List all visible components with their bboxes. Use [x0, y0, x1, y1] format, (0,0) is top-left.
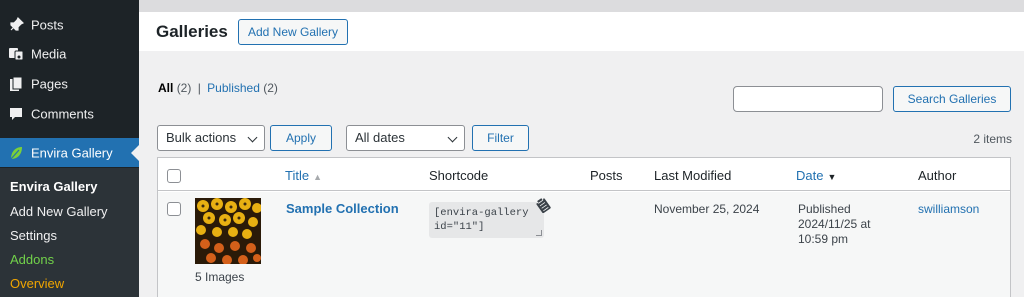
- sidebar-item-media[interactable]: Media: [0, 39, 139, 68]
- media-icon: [8, 46, 24, 62]
- sidebar-item-label: Media: [31, 46, 67, 61]
- items-count: 2 items: [973, 132, 1012, 146]
- dates-filter-select[interactable]: All dates: [346, 125, 465, 151]
- search-galleries-button[interactable]: Search Galleries: [893, 86, 1011, 112]
- date-line: 2024/11/25 at: [798, 217, 871, 231]
- sort-desc-icon: ▼: [827, 171, 837, 182]
- admin-sidebar: Posts Media Pages Comments Envira Galler…: [0, 0, 139, 297]
- current-menu-arrow: [131, 144, 139, 161]
- pin-icon: [8, 16, 24, 33]
- bulk-actions-select[interactable]: Bulk actions: [157, 125, 265, 151]
- chevron-down-icon: [447, 132, 458, 143]
- chevron-down-icon: [247, 132, 258, 143]
- gallery-thumbnail[interactable]: [195, 198, 261, 264]
- submenu-item-addons[interactable]: Addons: [10, 252, 54, 267]
- submenu-item-overview[interactable]: Overview: [10, 276, 64, 291]
- sidebar-item-label: Comments: [31, 106, 94, 121]
- date-status: Published: [798, 202, 851, 216]
- column-date[interactable]: Date ▼: [796, 168, 836, 183]
- add-new-gallery-button[interactable]: Add New Gallery: [238, 19, 349, 45]
- top-strip: [139, 0, 1024, 12]
- column-title[interactable]: Title ▲: [285, 168, 322, 183]
- column-last-modified: Last Modified: [654, 168, 732, 183]
- comment-icon: [8, 106, 24, 122]
- bulk-actions-value: Bulk actions: [166, 130, 237, 145]
- status-filter-links: All (2) | Published (2): [158, 81, 278, 95]
- view-published-link[interactable]: Published: [207, 81, 260, 95]
- last-modified-cell: November 25, 2024: [654, 202, 760, 216]
- image-count: 5 Images: [195, 270, 245, 284]
- submenu-item-settings[interactable]: Settings: [10, 228, 57, 243]
- sort-icon: ▲: [313, 171, 322, 182]
- shortcode-box[interactable]: [envira-gallery id="11"]: [429, 202, 544, 238]
- sidebar-item-pages[interactable]: Pages: [0, 69, 139, 98]
- column-posts: Posts: [590, 168, 623, 183]
- column-shortcode: Shortcode: [429, 168, 489, 183]
- resize-handle-icon[interactable]: [536, 230, 542, 236]
- copy-shortcode-icon[interactable]: [535, 197, 551, 214]
- sidebar-item-label: Envira Gallery: [31, 145, 113, 160]
- shortcode-line: [envira-gallery: [434, 207, 529, 219]
- select-all-checkbox[interactable]: [167, 169, 181, 183]
- submenu-item-add-new-gallery[interactable]: Add New Gallery: [10, 204, 108, 219]
- view-separator: |: [197, 81, 201, 95]
- page-title: Galleries: [156, 22, 228, 41]
- sidebar-item-envira-gallery[interactable]: Envira Gallery: [0, 138, 139, 167]
- dates-filter-value: All dates: [355, 130, 405, 145]
- galleries-table: Title ▲ Shortcode Posts Last Modified Dat…: [157, 157, 1011, 297]
- table-row: 5 Images Sample Collection [envira-galle…: [158, 192, 1010, 297]
- view-all-link[interactable]: All: [158, 81, 173, 95]
- gallery-title-link[interactable]: Sample Collection: [286, 201, 399, 216]
- view-all-count: (2): [176, 81, 192, 95]
- row-checkbox[interactable]: [167, 202, 181, 216]
- author-link[interactable]: swilliamson: [918, 202, 979, 217]
- date-cell: Published 2024/11/25 at 10:59 pm: [798, 202, 871, 247]
- column-title-label: Title: [285, 168, 310, 183]
- leaf-icon: [8, 145, 24, 161]
- column-author: Author: [918, 168, 957, 183]
- date-line: 10:59 pm: [798, 232, 849, 246]
- view-published-count: (2): [263, 81, 278, 95]
- submenu-item-envira-gallery[interactable]: Envira Gallery: [10, 179, 97, 194]
- page-header: Galleries Add New Gallery: [139, 12, 1024, 51]
- envira-submenu: Envira Gallery Add New Gallery Settings …: [0, 168, 139, 297]
- table-header: Title ▲ Shortcode Posts Last Modified Dat…: [158, 158, 1010, 191]
- sidebar-item-label: Posts: [31, 17, 64, 32]
- column-date-label: Date: [796, 168, 824, 183]
- sidebar-item-comments[interactable]: Comments: [0, 99, 139, 128]
- shortcode-line: id="11"]: [434, 221, 485, 233]
- apply-button[interactable]: Apply: [270, 125, 332, 151]
- sidebar-item-posts[interactable]: Posts: [0, 10, 139, 39]
- pages-icon: [8, 76, 24, 92]
- search-input[interactable]: [733, 86, 883, 112]
- filter-button[interactable]: Filter: [472, 125, 529, 151]
- sidebar-item-label: Pages: [31, 76, 68, 91]
